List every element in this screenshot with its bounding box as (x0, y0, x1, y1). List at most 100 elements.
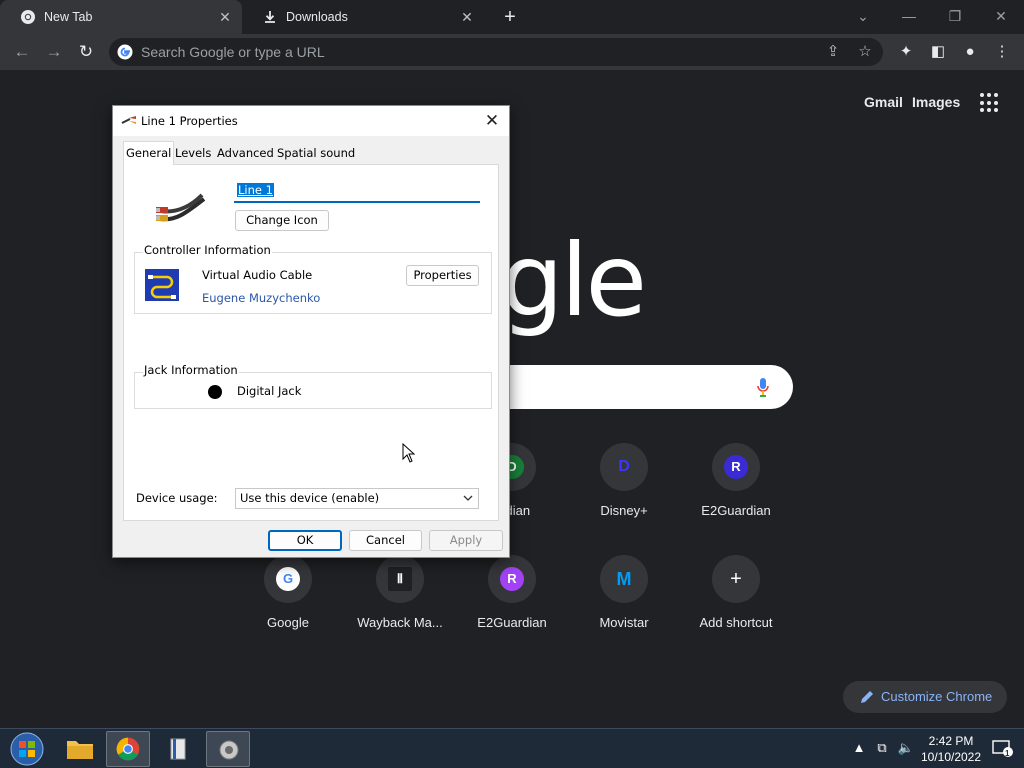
restore-icon[interactable]: ❐ (941, 4, 969, 28)
new-tab-button[interactable]: + (498, 5, 522, 29)
apply-button[interactable]: Apply (429, 530, 503, 551)
chevron-down-icon (463, 495, 473, 501)
notification-count: 1 (1005, 749, 1010, 758)
shortcut-label: Disney+ (600, 503, 648, 518)
shortcut-label: Movistar (599, 615, 649, 630)
shortcut-label: Wayback Ma... (357, 615, 443, 630)
microphone-icon[interactable] (756, 377, 770, 399)
extensions-icon[interactable]: ✦ (896, 42, 916, 62)
general-tab-panel: Line 1 Change Icon Controller Informatio… (123, 164, 499, 521)
tab-new-tab[interactable]: New Tab ✕ (0, 0, 242, 34)
taskbar-chrome[interactable] (106, 731, 150, 767)
audio-cable-icon (121, 116, 136, 124)
jack-information-label: Jack Information (143, 363, 239, 377)
shortcut-tile[interactable]: D Disney+ (568, 443, 680, 547)
share-icon[interactable]: ⇪ (823, 42, 843, 62)
change-icon-button[interactable]: Change Icon (235, 210, 329, 231)
taskbar-file-explorer[interactable] (58, 731, 102, 767)
jack-name: Digital Jack (237, 384, 302, 398)
folder-icon (67, 741, 93, 759)
back-icon[interactable]: ← (10, 40, 34, 64)
tab-levels[interactable]: Levels (173, 143, 213, 164)
taskbar-sound-settings[interactable] (206, 731, 250, 767)
shortcut-icon: R (712, 443, 760, 491)
device-usage-value: Use this device (enable) (240, 491, 380, 505)
controller-information-label: Controller Information (143, 243, 272, 257)
customize-chrome-button[interactable]: Customize Chrome (843, 681, 1007, 713)
gmail-link[interactable]: Gmail (864, 94, 903, 110)
google-apps-icon[interactable] (980, 93, 1000, 113)
shortcut-favicon: M (616, 569, 632, 589)
shortcut-favicon: Ⅱ (388, 567, 412, 591)
device-usage-label: Device usage: (136, 491, 218, 505)
shortcut-icon: D (600, 443, 648, 491)
controller-information-group: Controller Information Virtual Audio Cab… (134, 243, 492, 314)
shortcut-favicon: D (618, 458, 630, 475)
shortcut-icon: G (264, 555, 312, 603)
dialog-close-icon[interactable]: ✕ (479, 109, 505, 133)
customize-label: Customize Chrome (881, 689, 993, 704)
ok-button[interactable]: OK (268, 530, 342, 551)
taskbar-notepad[interactable] (156, 731, 200, 767)
virtual-audio-cable-icon (145, 269, 179, 301)
download-icon (265, 11, 275, 23)
shortcut-tile[interactable]: R E2Guardian (680, 443, 792, 547)
notification-icon (992, 740, 1013, 757)
menu-kebab-icon[interactable]: ⋮ (992, 42, 1012, 62)
controller-vendor: Eugene Muzychenko (202, 291, 321, 305)
chrome-icon (116, 737, 140, 761)
controller-properties-button[interactable]: Properties (406, 265, 479, 286)
add-shortcut-tile[interactable]: + Add shortcut (680, 555, 792, 659)
system-clock[interactable]: 2:42 PM 10/10/2022 (916, 733, 986, 765)
windows-start-icon[interactable] (8, 731, 46, 767)
mouse-cursor-icon (402, 443, 416, 463)
forward-icon[interactable]: → (42, 40, 66, 64)
omnibox-input[interactable] (141, 43, 801, 61)
jack-information-group: Jack Information Digital Jack (134, 363, 492, 409)
action-center-icon[interactable]: 1 (992, 739, 1014, 758)
tab-general[interactable]: General (123, 141, 175, 165)
cancel-button[interactable]: Cancel (349, 530, 422, 551)
images-link[interactable]: Images (912, 94, 960, 110)
tab-advanced[interactable]: Advanced (215, 143, 276, 164)
properties-dialog: Line 1 Properties ✕ General Levels Advan… (112, 105, 510, 558)
shortcut-favicon: R (500, 567, 524, 591)
minimize-icon[interactable]: — (895, 4, 923, 28)
shortcut-icon: R (488, 555, 536, 603)
controller-name: Virtual Audio Cable (202, 268, 313, 282)
volume-icon[interactable]: 🔈 (897, 739, 915, 757)
clock-time: 2:42 PM (928, 734, 974, 748)
reload-icon[interactable]: ↻ (74, 40, 98, 64)
ntp-search-box[interactable] (470, 365, 793, 409)
close-icon[interactable]: ✕ (216, 8, 234, 26)
shortcut-icon: M (600, 555, 648, 603)
shortcut-tile[interactable]: G Google (232, 555, 344, 659)
close-window-icon[interactable]: ✕ (987, 4, 1015, 28)
tab-search-chevron-icon[interactable]: ⌄ (849, 4, 877, 28)
google-g-icon (117, 44, 133, 60)
book-icon (170, 738, 186, 760)
shortcut-tile[interactable]: Ⅱ Wayback Ma... (344, 555, 456, 659)
tab-strip: New Tab ✕ Downloads ✕ + ⌄ — ❐ ✕ (0, 0, 1024, 34)
device-usage-select[interactable]: Use this device (enable) (235, 488, 479, 509)
device-name-text: Line 1 (237, 183, 274, 197)
side-panel-icon[interactable]: ◧ (928, 42, 948, 62)
shortcut-label: E2Guardian (701, 503, 771, 518)
tab-downloads[interactable]: Downloads ✕ (242, 0, 484, 34)
dialog-title-bar[interactable]: Line 1 Properties ✕ (113, 106, 509, 136)
show-hidden-icons-icon[interactable]: ▲ (850, 739, 868, 757)
chrome-icon (21, 10, 35, 24)
profile-icon[interactable]: ● (960, 42, 980, 62)
shortcut-icon: Ⅱ (376, 555, 424, 603)
tab-spatial-sound[interactable]: Spatial sound (275, 143, 357, 164)
close-icon[interactable]: ✕ (458, 8, 476, 26)
plus-icon: + (730, 568, 742, 590)
address-bar[interactable]: ⇪ ☆ (109, 38, 883, 66)
device-name-field[interactable]: Line 1 (234, 181, 480, 203)
network-icon[interactable]: ⧉ (873, 739, 891, 757)
taskbar: ▲ ⧉ 🔈 2:42 PM 10/10/2022 1 (0, 728, 1024, 768)
bookmark-star-icon[interactable]: ☆ (855, 42, 875, 62)
shortcut-tile[interactable]: R E2Guardian (456, 555, 568, 659)
shortcut-tile[interactable]: M Movistar (568, 555, 680, 659)
shortcut-label: E2Guardian (477, 615, 547, 630)
